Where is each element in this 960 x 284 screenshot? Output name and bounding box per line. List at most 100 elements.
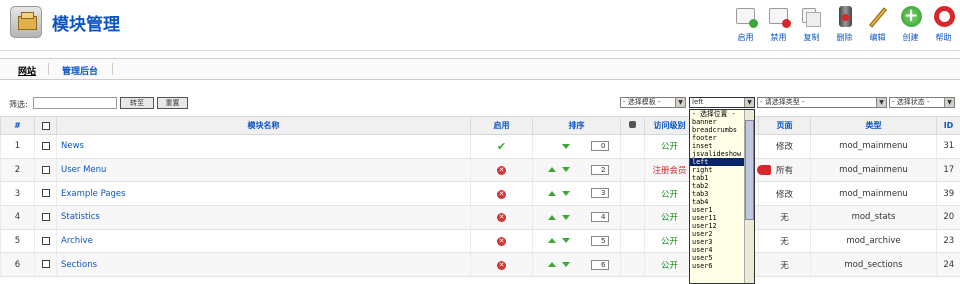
access-level-link[interactable]: 公开 xyxy=(644,252,695,278)
position-dropdown-list[interactable]: - 选择位置 - banner breadcrumbs footer inset jsva… xyxy=(689,109,755,284)
move-down-icon[interactable] xyxy=(561,190,570,196)
col-pages[interactable]: 页面 xyxy=(758,116,811,135)
row-checkbox-cell[interactable] xyxy=(34,205,57,230)
new-button[interactable]: + 创建 xyxy=(894,4,927,46)
col-save-order[interactable] xyxy=(620,116,645,135)
unpublished-x-icon[interactable]: ✕ xyxy=(497,166,506,176)
row-checkbox[interactable] xyxy=(41,236,50,245)
id-cell: 23 xyxy=(936,229,960,254)
col-enabled[interactable]: 启用 xyxy=(470,116,533,135)
type-cell: mod_mainmenu xyxy=(810,181,937,207)
enabled-cell[interactable]: ✕ xyxy=(470,181,533,207)
enabled-cell[interactable]: ✔ xyxy=(470,134,533,159)
enable-button[interactable]: 启用 xyxy=(729,4,762,46)
order-input[interactable]: 6 xyxy=(590,259,609,270)
col-access[interactable]: 访问级别 xyxy=(644,116,695,135)
order-input[interactable]: 3 xyxy=(590,188,609,199)
delete-button[interactable]: 删除 xyxy=(828,4,861,46)
access-level-link[interactable]: 公开 xyxy=(644,205,695,230)
move-down-icon[interactable] xyxy=(561,262,570,268)
order-input[interactable]: 2 xyxy=(590,164,609,175)
template-select[interactable]: - 选择模板 - ▼ xyxy=(620,97,686,108)
module-name-link[interactable]: Sections xyxy=(56,252,471,278)
disable-button[interactable]: 禁用 xyxy=(762,4,795,46)
enabled-cell[interactable]: ✕ xyxy=(470,205,533,230)
row-checkbox[interactable] xyxy=(41,260,50,269)
filter-input[interactable] xyxy=(33,97,117,109)
edit-button[interactable]: 编辑 xyxy=(861,4,894,46)
submenu: 网站 管理后台 xyxy=(0,58,960,80)
col-order[interactable]: 排序 xyxy=(532,116,621,135)
go-button[interactable]: 转至 xyxy=(120,97,154,109)
save-order-icon[interactable] xyxy=(629,121,636,128)
col-select-all[interactable] xyxy=(34,116,57,135)
enabled-cell[interactable]: ✕ xyxy=(470,252,533,278)
unpublished-x-icon[interactable]: ✕ xyxy=(497,237,506,247)
order-input[interactable]: 5 xyxy=(590,235,609,246)
col-id[interactable]: ID xyxy=(936,116,960,135)
move-up-icon[interactable] xyxy=(547,262,556,268)
access-level-link[interactable]: 公开 xyxy=(644,134,695,159)
access-level-link[interactable]: 注册会员 xyxy=(644,158,695,183)
submenu-divider xyxy=(48,63,49,75)
row-checkbox-cell[interactable] xyxy=(34,158,57,183)
module-name-link[interactable]: News xyxy=(56,134,471,159)
module-name-link[interactable]: Statistics xyxy=(56,205,471,230)
move-down-icon[interactable] xyxy=(561,238,570,244)
row-checkbox-cell[interactable] xyxy=(34,252,57,278)
unpublished-x-icon[interactable]: ✕ xyxy=(497,260,506,270)
submenu-admin[interactable]: 管理后台 xyxy=(62,64,98,77)
unpublished-x-icon[interactable]: ✕ xyxy=(497,189,506,199)
row-checkbox[interactable] xyxy=(41,165,50,174)
enabled-cell[interactable]: ✕ xyxy=(470,229,533,254)
module-name-link[interactable]: Archive xyxy=(56,229,471,254)
submenu-site[interactable]: 网站 xyxy=(18,64,36,77)
position-select[interactable]: left ▼ xyxy=(689,97,755,108)
row-checkbox-cell[interactable] xyxy=(34,181,57,207)
enabled-cell[interactable]: ✕ xyxy=(470,158,533,183)
move-down-icon[interactable] xyxy=(561,143,570,149)
row-number: 6 xyxy=(0,252,35,278)
reset-button[interactable]: 重置 xyxy=(157,97,188,109)
published-check-icon[interactable]: ✔ xyxy=(497,140,506,153)
state-select[interactable]: - 选择状态 - ▼ xyxy=(889,97,955,108)
row-number: 4 xyxy=(0,205,35,230)
move-up-icon[interactable] xyxy=(547,238,556,244)
help-button[interactable]: 帮助 xyxy=(927,4,960,46)
move-down-icon[interactable] xyxy=(561,214,570,220)
order-input[interactable]: 0 xyxy=(590,141,609,152)
type-cell: mod_mainmenu xyxy=(810,158,937,183)
scrollbar-thumb[interactable] xyxy=(745,120,754,220)
order-input[interactable]: 4 xyxy=(590,212,609,223)
spacer-cell xyxy=(620,158,645,183)
access-level-link[interactable]: 公开 xyxy=(644,181,695,207)
move-up-icon[interactable] xyxy=(547,190,556,196)
module-manager-logo-icon xyxy=(10,6,42,38)
unpublished-x-icon[interactable]: ✕ xyxy=(497,213,506,223)
header-divider xyxy=(0,50,960,51)
copy-button[interactable]: 复制 xyxy=(795,4,828,46)
module-name-link[interactable]: Example Pages xyxy=(56,181,471,207)
row-checkbox-cell[interactable] xyxy=(34,229,57,254)
move-down-icon[interactable] xyxy=(561,167,570,173)
type-select[interactable]: - 请选择类型 - ▼ xyxy=(757,97,887,108)
pages-cell: 修改 xyxy=(758,181,811,207)
row-checkbox[interactable] xyxy=(41,189,50,198)
order-cell: 4 xyxy=(532,205,621,230)
spacer-cell xyxy=(620,181,645,207)
access-level-link[interactable]: 公开 xyxy=(644,229,695,254)
row-checkbox[interactable] xyxy=(41,212,50,221)
enable-label: 启用 xyxy=(737,33,754,42)
row-checkbox-cell[interactable] xyxy=(34,134,57,159)
id-cell: 39 xyxy=(936,181,960,207)
col-type[interactable]: 类型 xyxy=(810,116,937,135)
module-name-link[interactable]: User Menu xyxy=(56,158,471,183)
col-name[interactable]: 模块名称 xyxy=(56,116,471,135)
move-up-icon[interactable] xyxy=(547,214,556,220)
type-cell: mod_sections xyxy=(810,252,937,278)
dropdown-scrollbar[interactable] xyxy=(744,110,754,283)
select-all-checkbox[interactable] xyxy=(41,121,50,130)
row-checkbox[interactable] xyxy=(41,141,50,150)
order-cell: 6 xyxy=(532,252,621,278)
move-up-icon[interactable] xyxy=(547,167,556,173)
